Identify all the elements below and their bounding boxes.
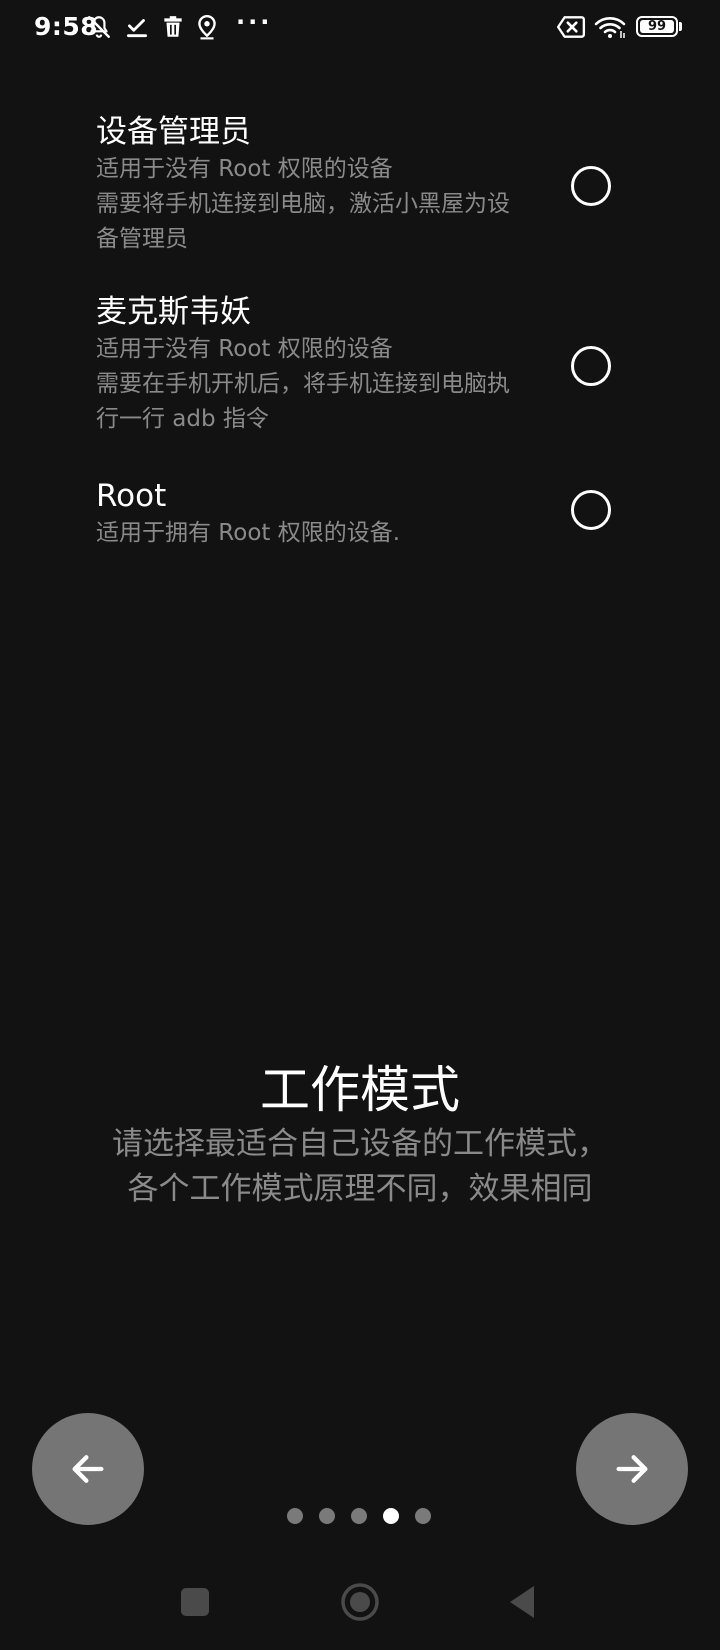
radio-root[interactable] — [571, 490, 611, 530]
option-desc-line: 适用于拥有 Root 权限的设备. — [96, 520, 401, 546]
page-dot — [319, 1508, 335, 1524]
check-icon — [126, 19, 148, 38]
back-triangle-icon[interactable] — [506, 1584, 538, 1620]
page-dot — [287, 1508, 303, 1524]
battery-icon: 99 — [636, 16, 678, 37]
location-icon — [198, 14, 216, 40]
arrow-left-icon — [72, 1455, 104, 1483]
page-subtitle: 请选择最适合自己设备的工作模式， 各个工作模式原理不同，效果相同 — [0, 1122, 720, 1212]
radio-maxwell-demon[interactable] — [571, 346, 611, 386]
arrow-right-icon — [616, 1455, 648, 1483]
no-sim-icon — [556, 16, 586, 38]
wifi-icon — [594, 17, 626, 38]
trash-icon — [164, 16, 182, 37]
status-bar: 9:58 ··· 99 — [0, 0, 720, 54]
option-description: 适用于没有 Root 权限的设备 需要将手机连接到电脑，激活小黑屋为设 备管理员 — [96, 152, 536, 257]
option-description: 适用于没有 Root 权限的设备 需要在手机开机后，将手机连接到电脑执 行一行 … — [96, 332, 536, 437]
more-dots-icon: ··· — [236, 8, 273, 36]
notifications-off-icon — [88, 16, 110, 38]
radio-device-admin[interactable] — [571, 166, 611, 206]
home-circle-icon[interactable] — [340, 1582, 380, 1622]
option-desc-line: 适用于没有 Root 权限的设备 — [96, 336, 393, 362]
battery-level: 99 — [647, 19, 667, 34]
recents-square-icon[interactable] — [181, 1588, 209, 1616]
option-desc-line: 行一行 adb 指令 — [96, 406, 269, 432]
option-description: 适用于拥有 Root 权限的设备. — [96, 516, 536, 551]
page-dot — [351, 1508, 367, 1524]
option-desc-line: 需要将手机连接到电脑，激活小黑屋为设 — [96, 191, 510, 217]
battery-tip — [679, 22, 682, 31]
page-dot-active — [383, 1508, 399, 1524]
page-title: 工作模式 — [260, 1061, 460, 1119]
page-dot — [415, 1508, 431, 1524]
next-button[interactable] — [576, 1413, 688, 1525]
option-title: 设备管理员 — [96, 114, 251, 150]
page-subtitle-line: 各个工作模式原理不同，效果相同 — [127, 1171, 593, 1207]
page-subtitle-line: 请选择最适合自己设备的工作模式， — [112, 1126, 608, 1162]
option-desc-line: 备管理员 — [96, 226, 188, 252]
back-button[interactable] — [32, 1413, 144, 1525]
option-desc-line: 适用于没有 Root 权限的设备 — [96, 156, 393, 182]
option-desc-line: 需要在手机开机后，将手机连接到电脑执 — [96, 371, 510, 397]
option-title: 麦克斯韦妖 — [96, 294, 251, 330]
system-nav-bar — [0, 1570, 720, 1640]
